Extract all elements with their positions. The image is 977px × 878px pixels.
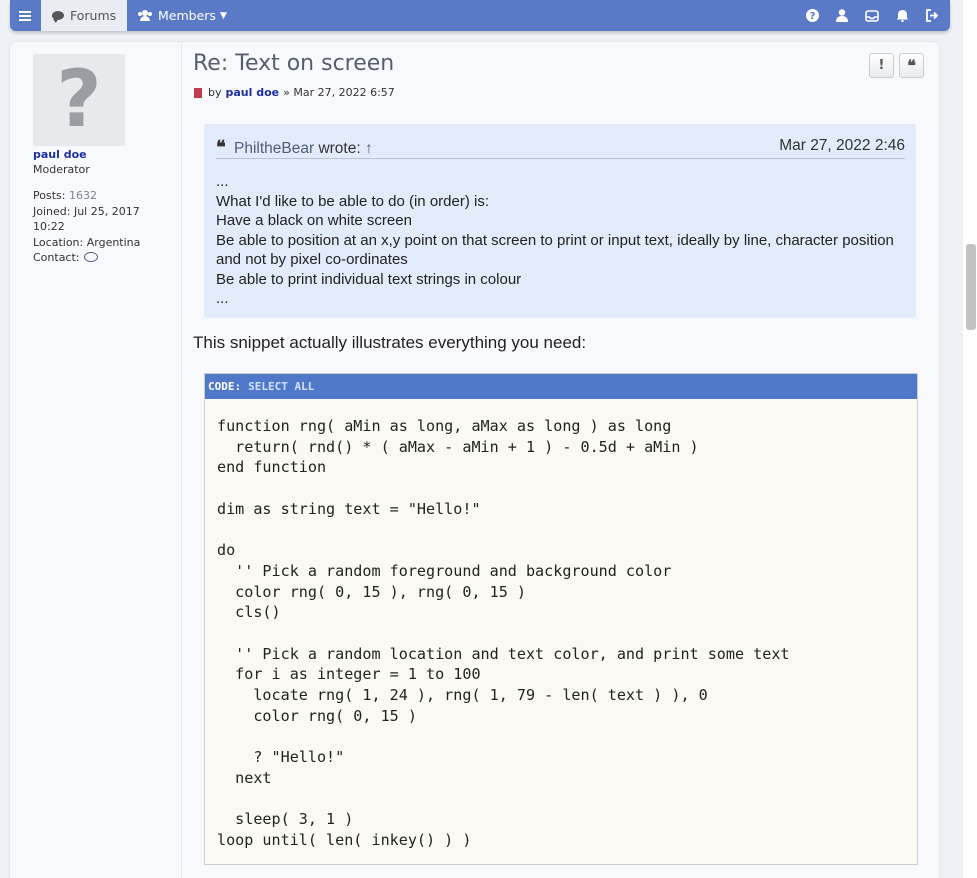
report-button[interactable]: ! <box>869 53 894 78</box>
blockquote: ❝ PhiltheBear wrote: ↑ Mar 27, 2022 2:46… <box>204 124 916 318</box>
joined-date: Jul 25, 2017 <box>73 204 140 218</box>
quote-line: Have a black on white screen <box>216 212 412 229</box>
nav-right-icons: ? <box>804 0 940 31</box>
contact-label: Contact: <box>33 251 80 264</box>
report-icon: ! <box>878 58 885 73</box>
location-label: Location: <box>33 235 84 249</box>
inbox-icon[interactable] <box>864 8 880 24</box>
user-icon[interactable] <box>834 8 850 24</box>
nav-forums-label: Forums <box>70 8 117 23</box>
quote-line: ... <box>216 290 229 307</box>
profile-username[interactable]: paul doe <box>33 148 87 161</box>
joined-time: 10:22 <box>33 220 65 233</box>
quote-jump-arrow-icon[interactable]: ↑ <box>365 140 373 157</box>
bell-icon[interactable] <box>894 8 910 24</box>
quote-body: ... What I'd like to be able to do (in o… <box>216 172 905 309</box>
quote-author-link[interactable]: PhiltheBear <box>234 140 314 157</box>
quote-icon: ❝ <box>907 56 916 75</box>
post-meta: by paul doe » Mar 27, 2022 6:57 <box>194 86 395 99</box>
chevron-down-icon: ▼ <box>219 10 227 21</box>
post-author-link[interactable]: paul doe <box>226 86 280 99</box>
comment-icon <box>52 11 64 23</box>
nav-forums-link[interactable]: Forums <box>41 0 127 31</box>
code-content[interactable]: function rng( aMin as long, aMax as long… <box>205 399 917 851</box>
nav-members-label: Members <box>158 8 216 23</box>
quote-line: Be able to position at an x,y point on t… <box>216 231 894 269</box>
quote-line: ... <box>216 173 229 190</box>
post-file-icon[interactable] <box>194 87 202 98</box>
post-body-text: This snippet actually illustrates everyt… <box>193 333 587 352</box>
code-block: CODE: SELECT ALL function rng( aMin as l… <box>204 373 918 865</box>
quote-header: ❝ PhiltheBear wrote: ↑ Mar 27, 2022 2:46 <box>216 137 905 159</box>
quote-date: Mar 27, 2022 2:46 <box>779 137 905 154</box>
page-scrollbar[interactable] <box>963 0 977 878</box>
code-header: CODE: SELECT ALL <box>205 374 917 399</box>
joined-label: Joined: <box>33 204 71 218</box>
quote-line: Be able to print individual text strings… <box>216 270 522 288</box>
contact-icon[interactable] <box>83 252 98 262</box>
users-icon <box>138 10 152 21</box>
post-panel: ? paul doe Moderator Posts: 1632 Joined:… <box>10 42 939 878</box>
code-label: CODE: <box>208 380 242 393</box>
quote-mark-icon: ❝ <box>216 137 226 158</box>
logout-icon[interactable] <box>924 8 940 24</box>
scrollbar-thumb[interactable] <box>966 244 976 330</box>
menu-icon[interactable] <box>10 0 40 31</box>
location-value: Argentina <box>86 235 141 249</box>
select-all-link[interactable]: SELECT ALL <box>248 380 314 393</box>
posts-count[interactable]: 1632 <box>69 189 97 202</box>
avatar[interactable]: ? <box>33 54 125 146</box>
nav-members-dropdown[interactable]: Members ▼ <box>138 0 227 31</box>
post-date: Mar 27, 2022 6:57 <box>293 86 395 99</box>
posts-label: Posts: <box>33 189 66 202</box>
meta-separator: » <box>283 86 290 99</box>
post-title[interactable]: Re: Text on screen <box>193 51 394 76</box>
author-profile: ? paul doe Moderator Posts: 1632 Joined:… <box>10 42 182 878</box>
quote-wrote-label: wrote: <box>318 140 361 157</box>
profile-rank: Moderator <box>33 163 90 176</box>
svg-text:?: ? <box>809 11 815 22</box>
by-label: by <box>208 86 222 99</box>
top-navbar: Forums Members ▼ ? <box>10 0 950 31</box>
profile-info: Posts: 1632 Joined: Jul 25, 2017 10:22 L… <box>33 188 140 266</box>
quote-button[interactable]: ❝ <box>899 53 924 78</box>
avatar-placeholder-glyph: ? <box>56 55 102 145</box>
quote-line: What I'd like to be able to do (in order… <box>216 192 489 210</box>
help-icon[interactable]: ? <box>804 8 820 24</box>
